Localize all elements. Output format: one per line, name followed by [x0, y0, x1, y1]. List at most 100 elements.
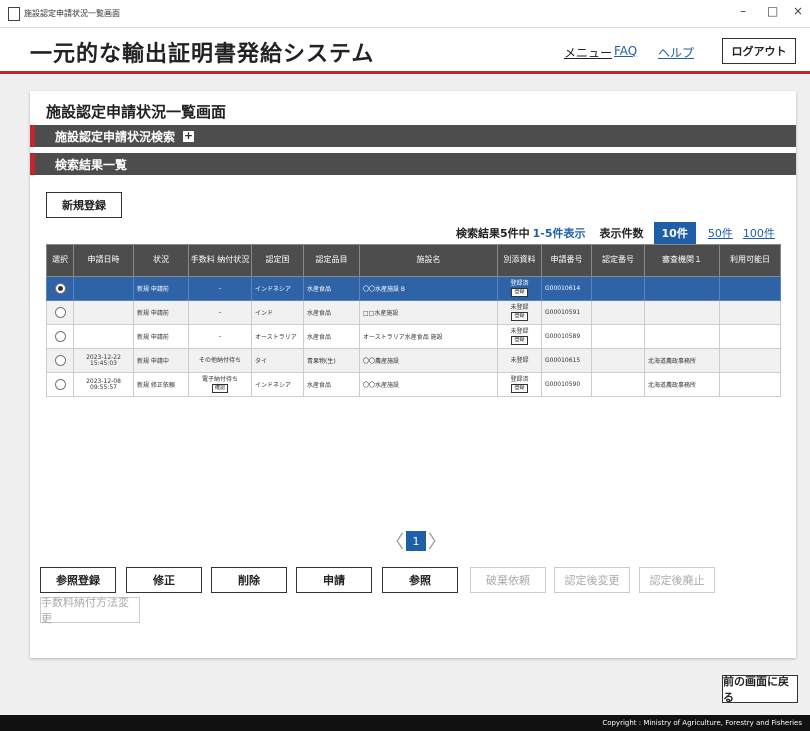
table-row[interactable]: 新規 申請前 – インドネシア 水産食品 〇〇水産施設 B 登録済 登録 G00010614 [46, 276, 781, 301]
cell-item: 青果物(生) [303, 348, 360, 373]
fee-status-text: 電子納付待ち [201, 375, 238, 383]
cell-available-date [719, 348, 781, 373]
cell-attachment: 未登録 登録 [497, 300, 542, 325]
menu-link[interactable]: メニュー [564, 44, 612, 61]
fee-status-text: その他納付待ち [198, 356, 241, 364]
fee-method-change-button[interactable]: 手数料納付方法変更 [40, 596, 140, 625]
cell-date: 2023-12-22 15:45:03 [73, 348, 134, 373]
col-available-date: 利用可能日 [719, 244, 781, 277]
delete-button[interactable]: 削除 [211, 567, 287, 593]
per-page-50[interactable]: 50件 [708, 225, 733, 241]
maximize-button[interactable]: □ [767, 4, 778, 18]
cell-appno: G00010589 [541, 324, 592, 349]
per-page-100[interactable]: 100件 [743, 225, 775, 241]
discard-request-button[interactable]: 破棄依頼 [470, 567, 546, 593]
cell-certno [591, 324, 645, 349]
post-change-button[interactable]: 認定後変更 [554, 567, 630, 593]
cell-item: 水産食品 [303, 300, 360, 325]
row-radio[interactable] [54, 379, 66, 390]
table-row[interactable]: 新規 申請前 – オーストラリア 水産食品 オーストラリア水産食品 施設 未登録 登録 G00… [46, 324, 781, 349]
results-section-bar: 検索結果一覧 [30, 153, 796, 175]
result-count: 検索結果5件中 [456, 227, 530, 240]
cell-facility: 〇〇水産施設 B [359, 276, 498, 301]
attachment-register-button[interactable]: 登録 [511, 335, 528, 345]
cell-attachment: 未登録 [497, 348, 542, 373]
edit-button[interactable]: 修正 [126, 567, 202, 593]
fee-status-text: – [218, 284, 222, 292]
pagination: 〈 1 〉 [384, 528, 448, 554]
post-abolish-button[interactable]: 認定後廃止 [639, 567, 715, 593]
row-radio[interactable] [54, 355, 66, 366]
faq-link[interactable]: FAQ [614, 44, 637, 58]
attachment-status: 未登録 [510, 327, 529, 335]
row-select-cell[interactable] [46, 300, 74, 325]
attachment-register-button[interactable]: 登録 [511, 287, 528, 297]
search-section-bar[interactable]: 施設認定申請状況検索 + [30, 125, 796, 147]
new-register-button[interactable]: 新規登録 [46, 192, 122, 218]
cell-agency [644, 324, 720, 349]
cell-attachment: 登録済 登録 [497, 372, 542, 397]
col-status: 状況 [133, 244, 189, 277]
table-row[interactable]: 2023-12-08 09:55:57 新規 修正依頼 電子納付待ち 確認 インドネシア… [46, 372, 781, 397]
footer: Copyright : Ministry of Agriculture, For… [0, 715, 810, 731]
back-button[interactable]: 前の画面に戻る [722, 675, 798, 704]
cell-date [73, 324, 134, 349]
row-select-cell[interactable] [46, 348, 74, 373]
help-link[interactable]: ヘルプ [658, 44, 694, 61]
cell-appno: G00010614 [541, 276, 592, 301]
next-page-icon[interactable]: 〉 [426, 528, 448, 554]
minimize-button[interactable]: – [740, 4, 746, 18]
row-radio[interactable] [54, 331, 66, 342]
attachment-register-button[interactable]: 登録 [511, 383, 528, 393]
col-country: 認定国 [251, 244, 304, 277]
cell-facility: オーストラリア水産食品 施設 [359, 324, 498, 349]
row-select-cell[interactable] [46, 372, 74, 397]
cell-date [73, 300, 134, 325]
cell-facility: □□水産施設 [359, 300, 498, 325]
col-agency: 審査機関１ [644, 244, 720, 277]
col-certno: 認定番号 [591, 244, 645, 277]
cell-status: 新規 申請中 [133, 348, 189, 373]
page-1[interactable]: 1 [406, 531, 426, 551]
ref-register-button[interactable]: 参照登録 [40, 567, 116, 593]
cell-available-date [719, 276, 781, 301]
apply-button[interactable]: 申請 [296, 567, 372, 593]
col-item: 認定品目 [303, 244, 360, 277]
cell-status: 新規 申請前 [133, 276, 189, 301]
row-select-cell[interactable] [46, 276, 74, 301]
view-button[interactable]: 参照 [382, 567, 458, 593]
cell-fee: その他納付待ち [188, 348, 252, 373]
cell-certno [591, 372, 645, 397]
cell-available-date [719, 300, 781, 325]
fee-status-text: – [218, 308, 222, 316]
plus-icon[interactable]: + [183, 130, 195, 142]
cell-facility: 〇〇農産施設 [359, 348, 498, 373]
row-radio[interactable] [54, 307, 66, 318]
cell-facility: 〇〇水産施設 [359, 372, 498, 397]
cell-agency: 北海道農政事務所 [644, 348, 720, 373]
cell-appno: G00010591 [541, 300, 592, 325]
logout-button[interactable]: ログアウト [722, 38, 796, 64]
cell-country: インドネシア [251, 372, 304, 397]
cell-country: タイ [251, 348, 304, 373]
cell-status: 新規 修正依頼 [133, 372, 189, 397]
table-row[interactable]: 新規 申請前 – インド 水産食品 □□水産施設 未登録 登録 G00010591 [46, 300, 781, 325]
cell-item: 水産食品 [303, 372, 360, 397]
per-page-10[interactable]: 10件 [653, 222, 696, 244]
cell-fee: 電子納付待ち 確認 [188, 372, 252, 397]
row-select-cell[interactable] [46, 324, 74, 349]
fee-confirm-button[interactable]: 確認 [211, 383, 228, 393]
result-info: 検索結果5件中 1-5件表示 表示件数 10件 50件 100件 [456, 222, 775, 244]
fee-status-text: – [218, 332, 222, 340]
attachment-status: 未登録 [510, 303, 529, 311]
attachment-status: 登録済 [510, 375, 529, 383]
attachment-register-button[interactable]: 登録 [511, 311, 528, 321]
cell-available-date [719, 372, 781, 397]
table-row[interactable]: 2023-12-22 15:45:03 新規 申請中 その他納付待ち タイ 青果物(生)… [46, 348, 781, 373]
cell-country: オーストラリア [251, 324, 304, 349]
close-button[interactable]: × [793, 4, 803, 18]
prev-page-icon[interactable]: 〈 [384, 528, 406, 554]
result-range: 1-5件表示 [532, 227, 586, 240]
copyright-text: Copyright : Ministry of Agriculture, For… [602, 719, 802, 727]
row-radio[interactable] [54, 283, 66, 294]
